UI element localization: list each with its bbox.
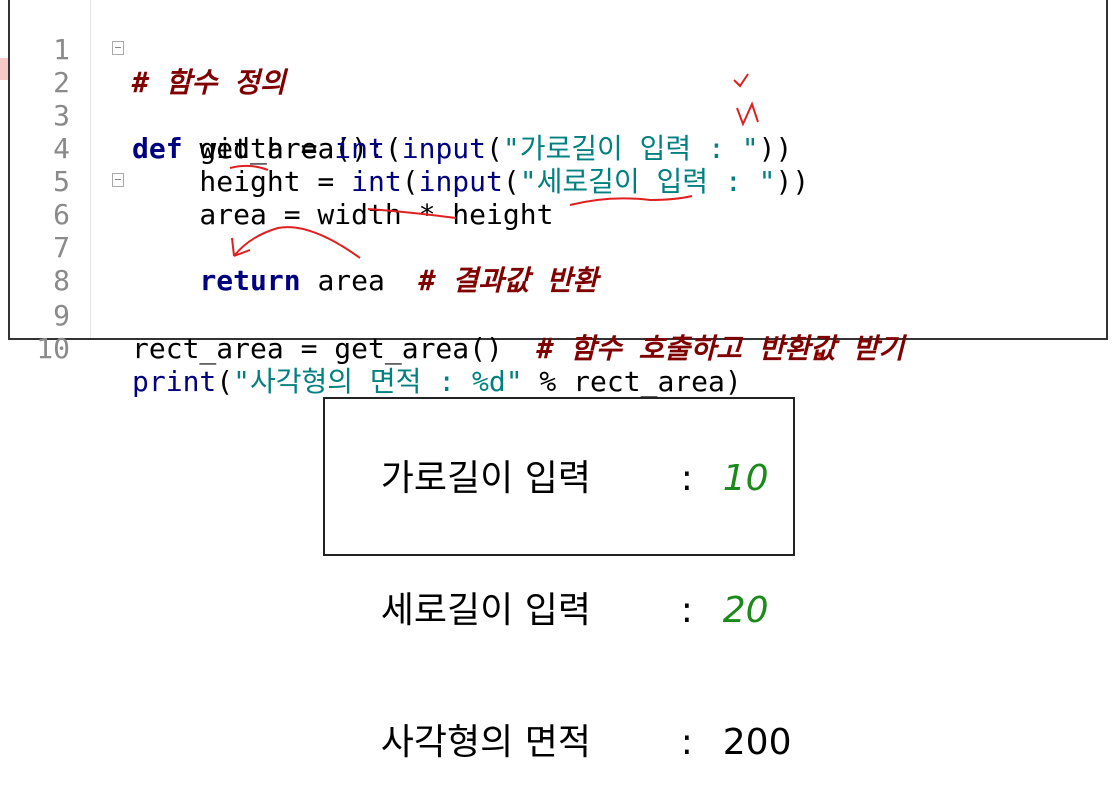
output-colon: : — [680, 458, 693, 499]
annotation-check-line4 — [736, 101, 759, 127]
annotation-dot — [818, 354, 821, 357]
output-result-value: 200 — [722, 722, 792, 763]
output-label: 사각형의 면적 — [380, 722, 591, 763]
string-literal: "사각형의 면적 : %d" — [233, 365, 523, 398]
code-content[interactable]: print("사각형의 면적 : %d" % rect_area) — [132, 365, 742, 398]
annotation-arrow — [233, 226, 361, 259]
code-editor[interactable]: 1 # 함수 정의 2 def get_area(): 3 width = in… — [8, 0, 1108, 398]
console-output: 가로길이 입력:10 세로길이 입력:20 사각형의 면적:200 — [323, 397, 795, 763]
output-line-height: 세로길이 입력:20 — [335, 545, 793, 677]
paren: ( — [216, 365, 234, 398]
output-line-width: 가로길이 입력:10 — [335, 413, 793, 545]
left-edge-marker — [0, 58, 8, 80]
output-input-value: 20 — [722, 590, 769, 631]
format-args: % rect_area) — [522, 365, 742, 398]
output-colon: : — [680, 590, 693, 631]
annotation-underline-comment — [569, 195, 693, 206]
output-colon: : — [680, 722, 693, 763]
annotation-underline-return-area — [367, 208, 457, 219]
annotation-underline-area — [229, 164, 269, 171]
handwritten-annotations — [229, 73, 759, 259]
output-label: 가로길이 입력 — [380, 458, 591, 499]
output-line-area: 사각형의 면적:200 — [335, 677, 793, 809]
annotation-check-line3 — [733, 73, 749, 88]
builtin-print: print — [132, 365, 217, 398]
output-label: 세로길이 입력 — [380, 590, 591, 631]
output-input-value: 10 — [722, 458, 769, 499]
